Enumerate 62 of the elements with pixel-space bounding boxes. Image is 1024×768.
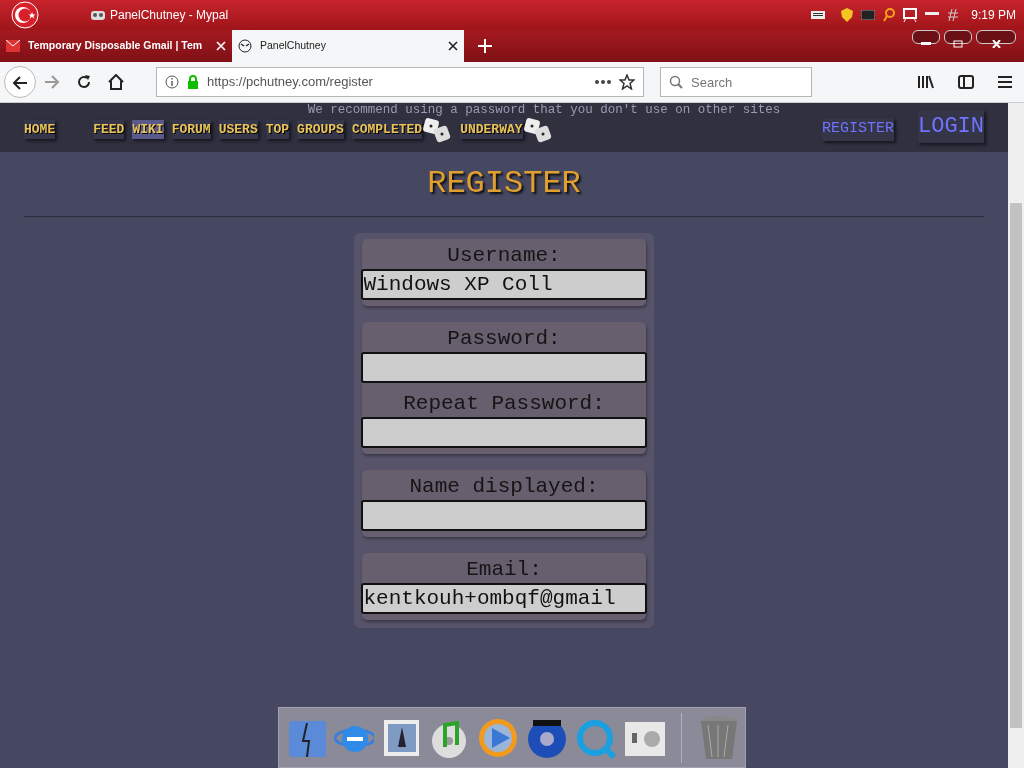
url-text: https://pchutney.com/register [207, 73, 373, 92]
back-button[interactable] [4, 66, 36, 98]
input-field[interactable]: Windows XP Coll [360, 269, 647, 300]
nav-link[interactable]: FEED [93, 119, 125, 140]
notice-text: We recommend using a password that you don't use on other sites [306, 103, 782, 117]
close-icon[interactable] [448, 41, 458, 51]
lock-icon [187, 75, 199, 89]
nav-link[interactable]: FORUM [171, 119, 211, 140]
nav-link[interactable]: GROUPS [297, 119, 344, 140]
star-icon[interactable] [619, 74, 635, 90]
field-label: Name displayed: [409, 474, 599, 500]
keyboard-icon[interactable] [811, 10, 826, 20]
plus-icon [478, 38, 492, 53]
shield-icon[interactable] [841, 8, 854, 22]
nav-link[interactable]: UNDERWAY [460, 119, 523, 140]
input-field[interactable] [360, 352, 647, 383]
library-icon[interactable] [918, 75, 934, 89]
battery-icon[interactable] [861, 10, 876, 20]
info-icon[interactable] [165, 75, 179, 89]
home-icon[interactable] [108, 74, 124, 90]
app-icon [90, 8, 106, 22]
forward-arrow-icon[interactable] [44, 75, 60, 89]
browser-tab[interactable]: PanelChutney [232, 30, 464, 62]
browser-tab[interactable]: Temporary Disposable Gmail | Tem [0, 30, 232, 62]
minimize-icon [921, 41, 931, 46]
monitor-icon[interactable] [903, 8, 918, 22]
dice-icon [422, 116, 453, 143]
reload-icon[interactable] [76, 74, 92, 90]
minimize-button[interactable] [912, 30, 940, 44]
field-label: Password: [447, 326, 561, 352]
dice-icon [522, 116, 553, 143]
nav-link[interactable]: COMPLETED [351, 119, 423, 140]
sidebar-icon[interactable] [958, 75, 974, 89]
scrollbar[interactable] [1008, 103, 1024, 768]
menu-icon[interactable] [998, 76, 1012, 88]
back-arrow-icon [12, 75, 28, 90]
nav-link[interactable]: TOP [265, 119, 290, 140]
browser-logo[interactable] [8, 1, 42, 29]
nav-link[interactable]: HOME [24, 119, 56, 140]
more-icon[interactable] [595, 80, 611, 84]
tab-title: Temporary Disposable Gmail | Tem [28, 38, 204, 54]
nav-link[interactable]: USERS [218, 119, 258, 140]
page-heading: REGISTER [427, 165, 581, 202]
field-label: Repeat Password: [403, 391, 605, 417]
search-field[interactable]: Search [660, 67, 812, 97]
tab-title: PanelChutney [260, 38, 327, 54]
field-label: Email: [466, 557, 542, 583]
window-title: PanelChutney - Mypal [110, 7, 229, 24]
mask-icon [238, 39, 252, 53]
magnifier-icon[interactable] [883, 8, 896, 22]
address-bar[interactable]: https://pchutney.com/register [156, 67, 644, 97]
clock: 9:19 PM [971, 7, 1016, 24]
close-icon [991, 39, 1001, 48]
input-field[interactable] [360, 500, 647, 531]
input-field[interactable] [360, 417, 647, 448]
restore-icon [953, 39, 963, 48]
scroll-thumb[interactable] [1010, 203, 1022, 728]
volume-bar-icon[interactable] [925, 12, 940, 18]
input-field[interactable]: kentkouh+ombqf@gmail [360, 583, 647, 614]
field-label: Username: [447, 243, 561, 269]
mail-icon [6, 40, 20, 52]
nav-link[interactable]: WIKI [132, 119, 164, 140]
